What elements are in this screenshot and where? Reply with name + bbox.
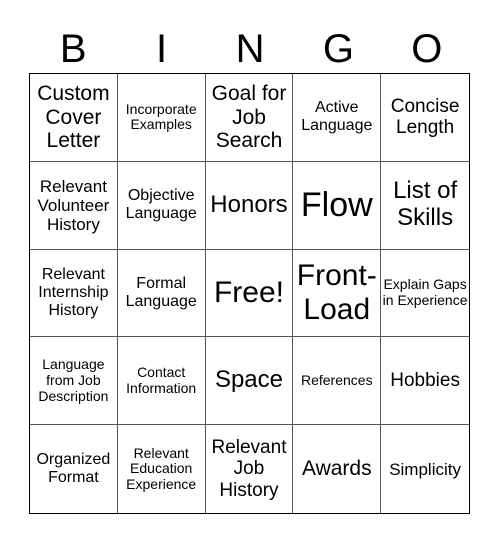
bingo-cell[interactable]: Contact Information bbox=[117, 337, 206, 426]
bingo-cell[interactable]: Formal Language bbox=[117, 249, 206, 338]
bingo-cell[interactable]: Organized Format bbox=[30, 425, 118, 513]
bingo-grid: Custom Cover Letter Incorporate Examples… bbox=[29, 73, 470, 514]
bingo-cell[interactable]: Active Language bbox=[293, 74, 382, 162]
bingo-cell[interactable]: Custom Cover Letter bbox=[30, 74, 118, 162]
bingo-cell[interactable]: Simplicity bbox=[381, 425, 469, 513]
free-space-cell[interactable]: Free! bbox=[205, 249, 294, 338]
bingo-cell[interactable]: Relevant Job History bbox=[206, 425, 294, 513]
bingo-header: B I N G O bbox=[29, 26, 471, 72]
bingo-cell[interactable]: References bbox=[293, 337, 382, 426]
bingo-cell[interactable]: Relevant Volunteer History bbox=[30, 161, 118, 250]
bingo-cell[interactable]: Honors bbox=[205, 161, 294, 250]
bingo-cell[interactable]: Explain Gaps in Experience bbox=[381, 250, 469, 338]
bingo-cell[interactable]: Goal for Job Search bbox=[205, 74, 294, 162]
header-letter-i: I bbox=[156, 27, 168, 71]
header-letter-g: G bbox=[322, 27, 354, 71]
bingo-cell[interactable]: Language from Job Description bbox=[30, 337, 118, 426]
bingo-cell[interactable]: Relevant Education Experience bbox=[118, 425, 206, 513]
bingo-cell[interactable]: List of Skills bbox=[381, 162, 469, 250]
bingo-cell[interactable]: Flow bbox=[293, 161, 382, 250]
bingo-cell[interactable]: Space bbox=[205, 337, 294, 426]
header-letter-n: N bbox=[235, 27, 265, 71]
bingo-cell[interactable]: Objective Language bbox=[117, 161, 206, 250]
header-letter-b: B bbox=[59, 27, 87, 71]
header-letter-o: O bbox=[411, 27, 443, 71]
bingo-cell[interactable]: Front-Load bbox=[293, 249, 382, 338]
bingo-cell[interactable]: Incorporate Examples bbox=[117, 74, 206, 162]
bingo-cell[interactable]: Concise Length bbox=[381, 74, 469, 162]
bingo-cell[interactable]: Hobbies bbox=[381, 337, 469, 426]
bingo-cell[interactable]: Awards bbox=[293, 425, 382, 513]
bingo-cell[interactable]: Relevant Internship History bbox=[30, 249, 118, 338]
